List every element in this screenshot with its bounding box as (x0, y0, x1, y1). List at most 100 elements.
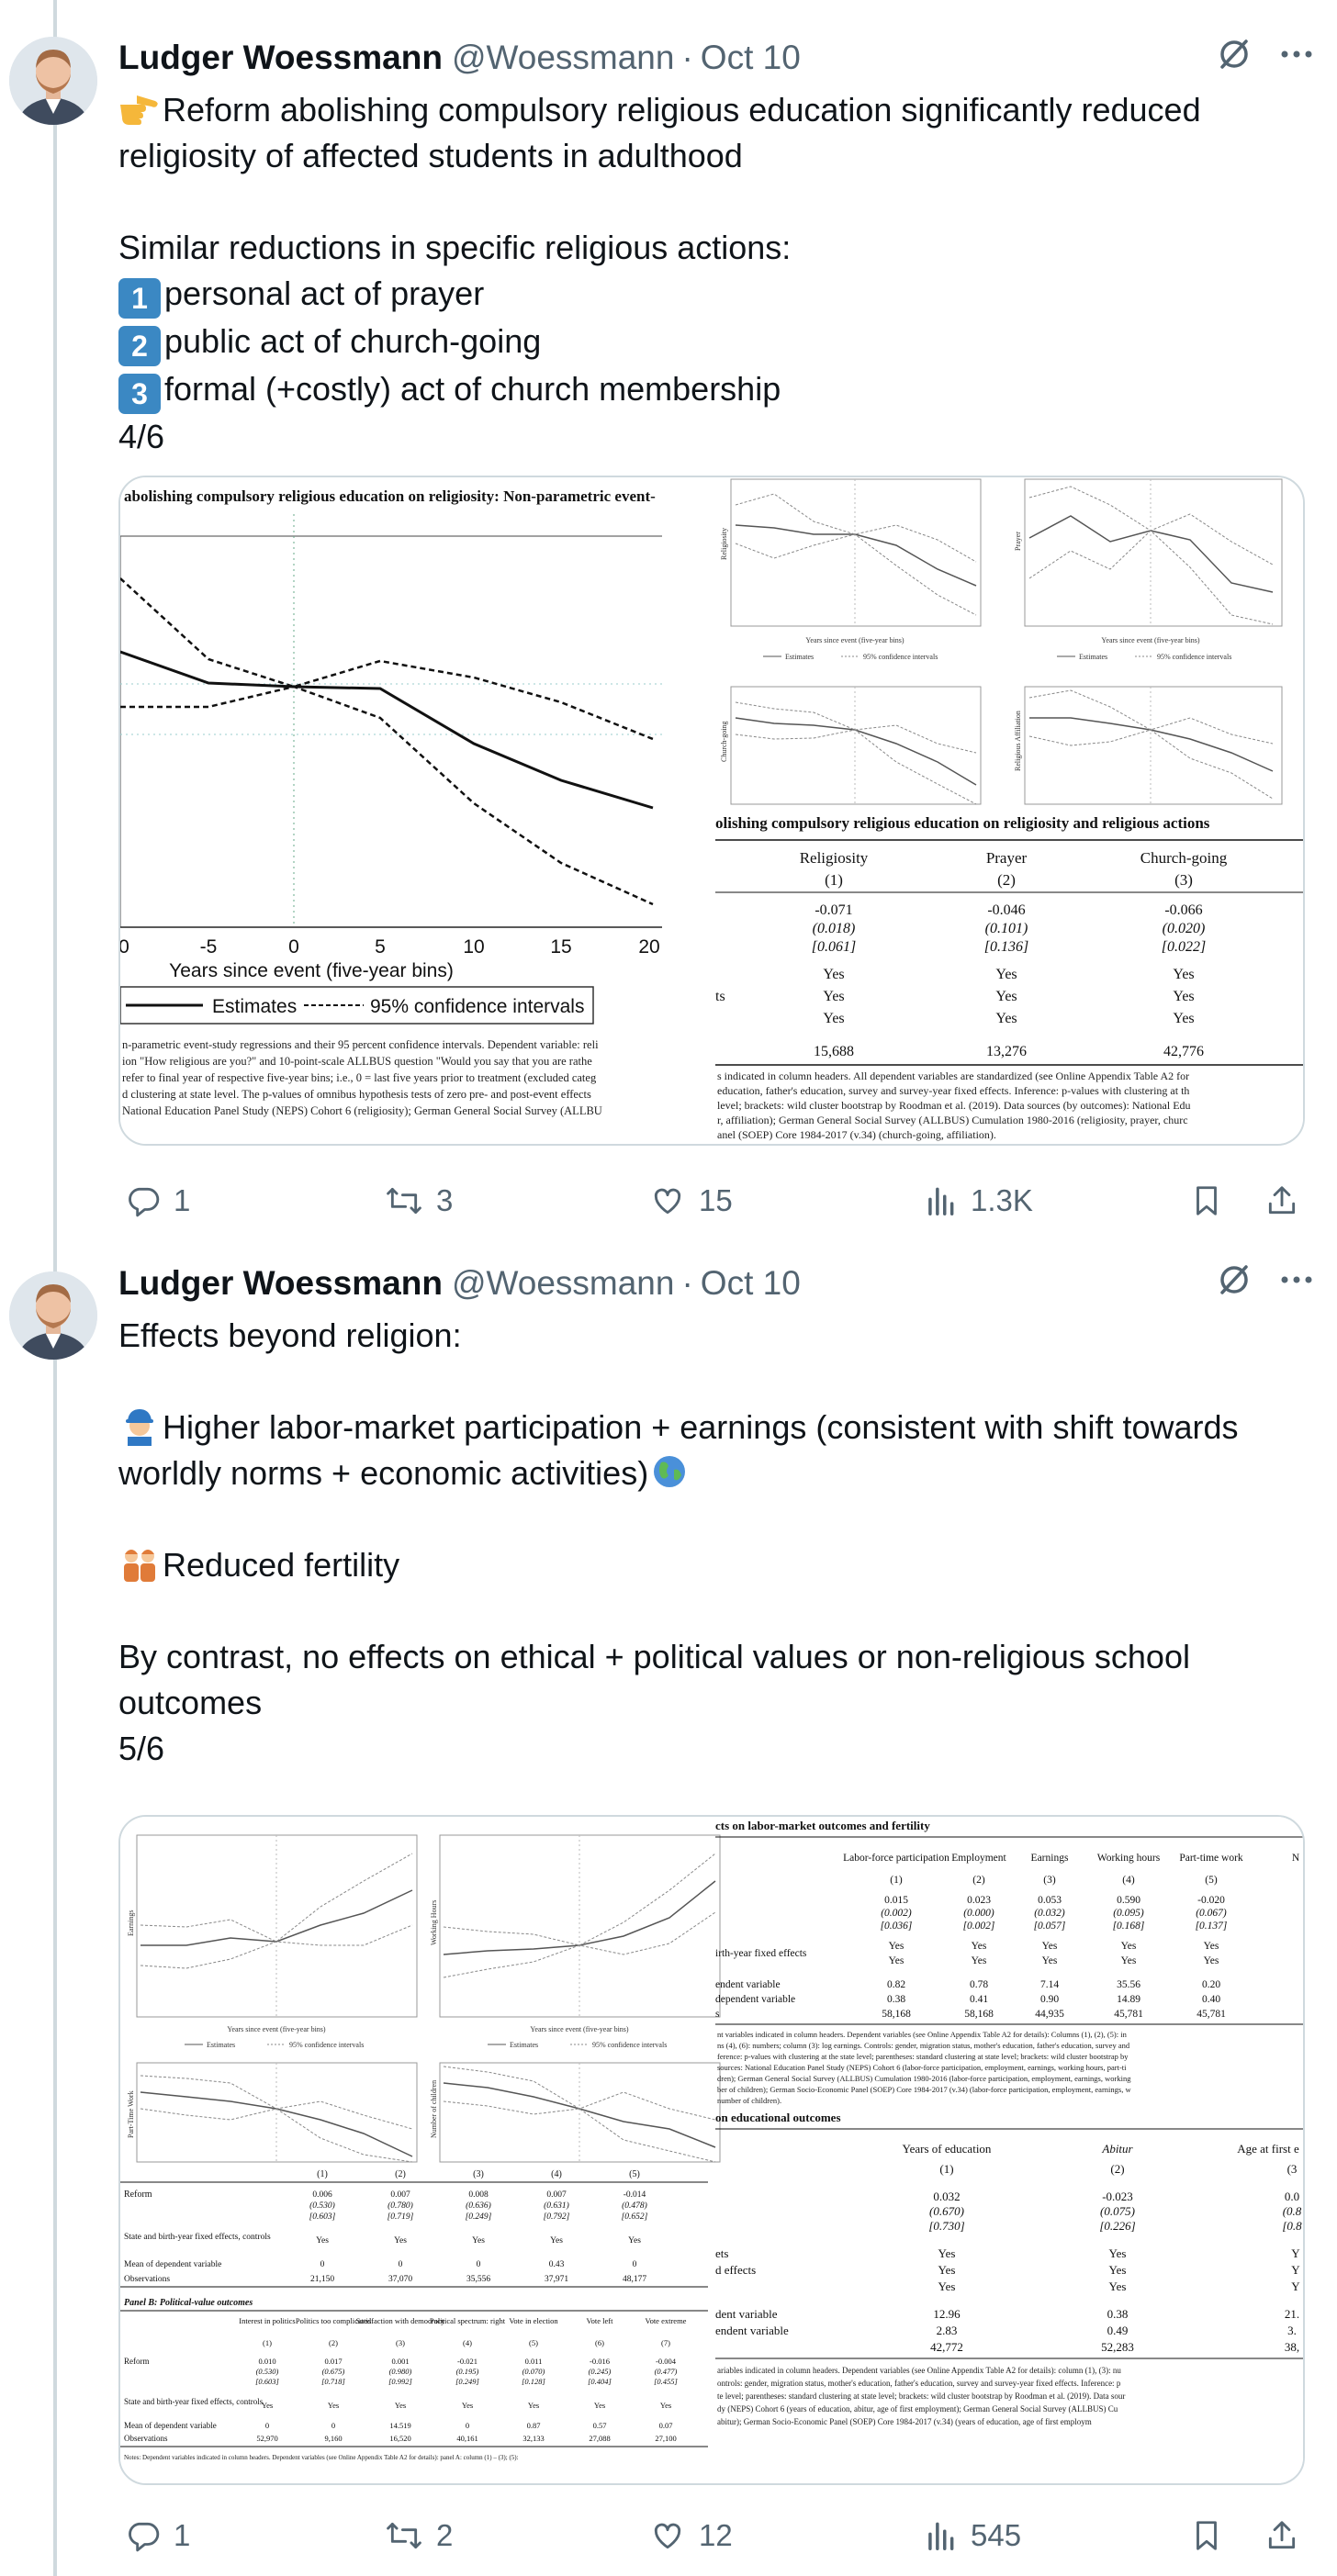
std-error: (0.530) (309, 2201, 335, 2211)
tweet-header: Ludger Woessmann @Woessmann · Oct 10 (118, 1256, 1315, 1311)
keycap-3-icon: 3 (118, 374, 161, 414)
more-icon[interactable] (1278, 36, 1315, 81)
small-legend-ci: 95% confidence intervals (289, 2041, 364, 2049)
keycap-2-icon: 2 (118, 326, 161, 366)
table-note: ariables indicated in column headers. De… (717, 2366, 1121, 2375)
list-item: 2 public act of church-going (118, 319, 1312, 366)
row-label: endent variable (715, 1979, 781, 1990)
coefficient: -0.071 (815, 902, 852, 918)
more-icon[interactable] (1278, 1261, 1315, 1306)
p-value: [0.652] (622, 2212, 648, 2222)
table-title: on educational outcomes (715, 2111, 841, 2124)
p-value: [0.792] (544, 2212, 570, 2222)
reply-button[interactable]: 1 (126, 2518, 190, 2553)
small-y-label: Earnings (127, 1910, 135, 1936)
column-number: (4) (1122, 1875, 1135, 1886)
p-value: [0.036] (881, 1921, 913, 1932)
share-button[interactable] (1264, 2517, 1299, 2554)
post-date[interactable]: Oct 10 (701, 39, 801, 77)
keycap-1-icon: 1 (118, 278, 161, 319)
observations: 45,781 (1114, 2009, 1143, 2020)
grok-icon[interactable] (1216, 1261, 1253, 1306)
tweet-media-image[interactable]: abolishing compulsory religious educatio… (118, 476, 1305, 1146)
like-button[interactable]: 15 (649, 1183, 733, 1218)
observations: 42,776 (1163, 1044, 1204, 1059)
small-y-label: Part-Time Work (127, 2090, 135, 2138)
yes-cell: Yes (1173, 989, 1194, 1004)
coefficient: -0.066 (1164, 902, 1202, 918)
tweet-text-line-4: By contrast, no effects on ethical + pol… (118, 1638, 1199, 1721)
coefficient: -0.004 (656, 2357, 677, 2366)
yes-cell: Yes (1121, 1955, 1137, 1966)
std-error: (0.002) (881, 1908, 912, 1919)
grok-icon[interactable] (1216, 36, 1253, 81)
yes-cell: Yes (550, 2236, 563, 2246)
author-name[interactable]: Ludger Woessmann (118, 39, 443, 77)
small-legend-estimates: Estimates (1079, 653, 1107, 661)
small-y-label: Religiosity (720, 528, 728, 560)
column-number: (3 (1287, 2162, 1298, 2176)
std-error: (0.067) (1196, 1908, 1227, 1919)
column-number: (1) (939, 2162, 953, 2176)
p-value: [0.730] (928, 2219, 964, 2233)
column-header: Labor-force participation (843, 1853, 949, 1864)
like-button[interactable]: 12 (649, 2518, 733, 2553)
table-note: sources: National Education Panel Study … (717, 2063, 1127, 2072)
x-tick: 15 (550, 936, 571, 958)
author-handle[interactable]: @Woessmann (452, 1264, 675, 1303)
tweet-header: Ludger Woessmann @Woessmann · Oct 10 (118, 30, 1315, 85)
column-number: (3) (1043, 1875, 1056, 1886)
post-date[interactable]: Oct 10 (701, 1264, 801, 1303)
column-header: Abitur (1101, 2142, 1133, 2156)
row-label: Mean of dependent variable (124, 2259, 221, 2269)
std-error: (0.477) (655, 2367, 678, 2376)
views-button[interactable]: 1.3K (923, 1183, 1033, 1218)
repost-button[interactable]: 2 (385, 2518, 453, 2553)
yes-cell: Yes (889, 1941, 904, 1952)
separator-dot: · (681, 39, 693, 76)
column-header: Vote left (587, 2316, 614, 2325)
yes-cell: Yes (995, 967, 1017, 982)
reply-count: 1 (174, 2518, 191, 2552)
author-avatar[interactable] (9, 1271, 97, 1360)
sd-value: 0.41 (970, 1994, 988, 2005)
heart-icon (649, 2518, 686, 2553)
observations: 40,161 (456, 2434, 478, 2443)
coefficient: 0.032 (933, 2190, 960, 2203)
bookmark-button[interactable] (1189, 2517, 1224, 2554)
yes-cell: Yes (1121, 1941, 1137, 1952)
column-number: (6) (595, 2338, 604, 2347)
author-avatar[interactable] (9, 37, 97, 125)
sd-value: 14.89 (1117, 1994, 1140, 2005)
table-note: ns (4), (6): numbers; column (3): log ea… (717, 2041, 1130, 2050)
share-button[interactable] (1264, 1182, 1299, 1219)
list-item-text: personal act of prayer (164, 274, 485, 312)
std-error: (0.101) (985, 921, 1028, 936)
reply-button[interactable]: 1 (126, 1183, 190, 1218)
observations: 52,283 (1101, 2340, 1134, 2354)
observations: 27,088 (589, 2434, 610, 2443)
mean-value: 7.14 (1040, 1979, 1059, 1990)
table-note: ontrols: gender, migration status, mothe… (717, 2379, 1121, 2388)
bookmark-icon (1189, 2517, 1224, 2554)
yes-cell: Yes (594, 2401, 605, 2410)
author-handle[interactable]: @Woessmann (452, 39, 675, 77)
views-button[interactable]: 545 (923, 2518, 1021, 2553)
tweet-4-of-6[interactable]: Ludger Woessmann @Woessmann · Oct 10 Ref… (0, 0, 1337, 1235)
table-note: education, father's education, survey an… (717, 1084, 1189, 1097)
column-header: Vote extreme (646, 2316, 687, 2325)
tweet-5-of-6[interactable]: Ludger Woessmann @Woessmann · Oct 10 Eff… (0, 1235, 1337, 2576)
yes-cell: Y (1291, 2279, 1300, 2293)
small-legend-ci: 95% confidence intervals (592, 2041, 667, 2049)
bookmark-button[interactable] (1189, 1182, 1224, 1219)
column-number: (1) (890, 1875, 903, 1886)
tweet-media-image[interactable]: Earnings Years since event (five-year bi… (118, 1815, 1305, 2485)
mean-value: 0.78 (970, 1979, 988, 1990)
figure-note: refer to final year of respective five-y… (122, 1071, 597, 1084)
column-number: (3) (473, 2169, 484, 2179)
author-name[interactable]: Ludger Woessmann (118, 1264, 443, 1303)
small-x-label: Years since event (five-year bins) (530, 2025, 628, 2033)
observations: 48,177 (623, 2275, 646, 2284)
repost-button[interactable]: 3 (385, 1183, 453, 1218)
column-header: Employment (951, 1853, 1006, 1864)
